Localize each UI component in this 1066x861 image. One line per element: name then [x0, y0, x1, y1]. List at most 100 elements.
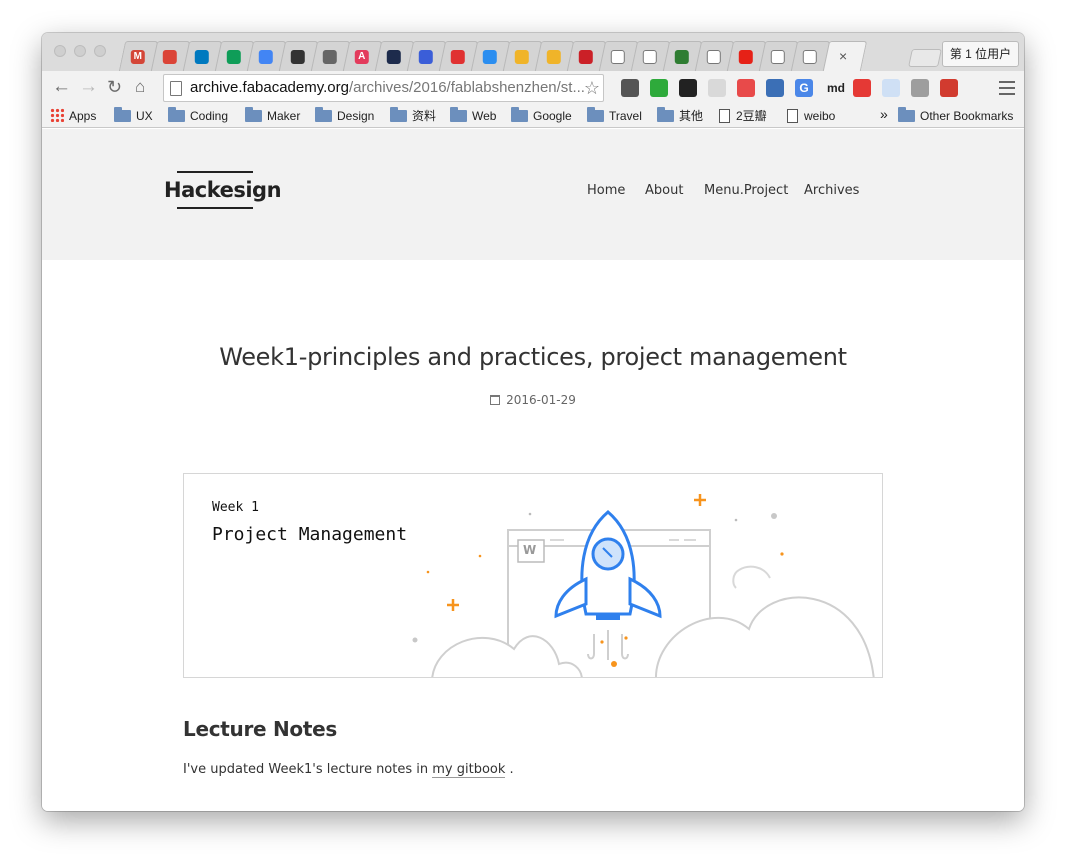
blank-page-icon	[610, 50, 625, 64]
back-icon[interactable]: ←	[52, 77, 71, 97]
minimize-window-button[interactable]	[74, 45, 86, 57]
font-a-icon: A	[354, 50, 369, 64]
zoom-window-button[interactable]	[94, 45, 106, 57]
close-window-button[interactable]	[54, 45, 66, 57]
bookmark-10[interactable]: 2豆瓣	[719, 108, 767, 124]
hero-image: Week 1 Project Management W	[183, 473, 883, 678]
bookmarks-bar: » Other Bookmarks Apps UX Coding Maker Desig…	[42, 105, 1024, 128]
folder-icon	[511, 107, 528, 122]
youtube-icon	[738, 50, 753, 64]
bookmark-8[interactable]: Travel	[587, 107, 642, 124]
folder-icon	[114, 107, 131, 122]
shield-green-icon[interactable]	[650, 79, 668, 97]
post-title: Week1-principles and practices, project …	[219, 343, 847, 371]
trello-icon	[194, 50, 209, 64]
home-icon[interactable]: ⌂	[135, 77, 145, 97]
menu-icon[interactable]	[999, 81, 1015, 99]
nav-menu-project[interactable]: Menu.Project	[704, 183, 788, 198]
chrome-dev-icon	[674, 50, 689, 64]
forward-icon[interactable]: →	[79, 77, 98, 97]
tabs: M A ×	[118, 41, 868, 71]
pocket-grey-icon[interactable]	[708, 79, 726, 97]
tab-strip: M A × 第 1 位用户	[42, 33, 1024, 71]
pinterest-icon	[578, 50, 593, 64]
profile-card-icon[interactable]	[911, 79, 929, 97]
folder-icon	[315, 107, 332, 122]
bookmark-6[interactable]: Web	[450, 107, 496, 124]
other-bookmarks-folder[interactable]: Other Bookmarks	[898, 107, 1013, 124]
markdown-icon[interactable]: md	[824, 79, 848, 97]
bookmark-1[interactable]: UX	[114, 107, 153, 124]
apple-icon	[322, 50, 337, 64]
bookmark-star-icon[interactable]: ☆	[584, 75, 600, 101]
translate-icon[interactable]: G	[795, 79, 813, 97]
site-logo[interactable]: Hackesign	[164, 171, 282, 209]
blue-dot-icon	[482, 50, 497, 64]
page-icon	[170, 81, 182, 96]
folder-icon	[168, 107, 185, 122]
netease-music-icon	[450, 50, 465, 64]
rocket-illustration	[412, 494, 875, 677]
profile-button[interactable]: 第 1 位用户	[942, 41, 1019, 67]
site-header: Hackesign Home About Menu.Project Archiv…	[42, 129, 1024, 260]
address-bar[interactable]: archive.fabacademy.org/archives/2016/fab…	[163, 74, 604, 102]
bookmark-3[interactable]: Maker	[245, 107, 300, 124]
gmail-icon: M	[130, 50, 145, 64]
hero-window-badge: W	[523, 543, 537, 557]
nav-home[interactable]: Home	[587, 183, 625, 198]
bookmark-7[interactable]: Google	[511, 107, 572, 124]
blank-page-icon	[706, 50, 721, 64]
nav-archives[interactable]: Archives	[804, 183, 859, 198]
blank-page-icon	[802, 50, 817, 64]
docs-icon	[258, 50, 273, 64]
octocat-yellow-icon	[546, 50, 561, 64]
docs-icon[interactable]	[882, 79, 900, 97]
download-sort-icon[interactable]	[766, 79, 784, 97]
folder-icon	[657, 107, 674, 122]
page-icon	[719, 109, 730, 123]
octocat-yellow-icon	[514, 50, 529, 64]
evernote-icon[interactable]	[621, 79, 639, 97]
nav-about[interactable]: About	[645, 183, 683, 198]
folder-icon	[587, 107, 604, 122]
reload-icon[interactable]: ↻	[107, 77, 122, 97]
calendar-icon	[162, 50, 177, 64]
bookmark-0[interactable]: Apps	[50, 108, 96, 124]
chat-bubble-icon	[418, 50, 433, 64]
bookmark-9[interactable]: 其他	[657, 107, 703, 124]
red-blob-icon[interactable]	[737, 79, 755, 97]
blank-page-icon	[642, 50, 657, 64]
bookmark-2[interactable]: Coding	[168, 107, 228, 124]
folder-icon	[450, 107, 467, 122]
bookmarks-overflow-button[interactable]: »	[880, 106, 888, 122]
bookmark-5[interactable]: 资料	[390, 107, 436, 124]
page-icon	[787, 109, 798, 123]
lecture-notes-paragraph: I've updated Week1's lecture notes in my…	[183, 762, 514, 778]
sheets-icon	[226, 50, 241, 64]
close-tab-icon[interactable]: ×	[839, 48, 847, 64]
browser-window: M A × 第 1 位用户 ← → ↻ ⌂ archive.fabacademy.o…	[42, 33, 1024, 811]
folder-icon	[245, 107, 262, 122]
url-text: archive.fabacademy.org/archives/2016/fab…	[190, 79, 585, 96]
web-page: Hackesign Home About Menu.Project Archiv…	[42, 129, 1024, 811]
bookmark-dark-icon	[386, 50, 401, 64]
apps-grid-icon	[50, 108, 64, 122]
gitbook-link[interactable]: my gitbook	[432, 762, 506, 778]
section-heading: Lecture Notes	[183, 717, 337, 741]
red-book-icon[interactable]	[940, 79, 958, 97]
bookmark-11[interactable]: weibo	[787, 108, 835, 124]
bookmark-4[interactable]: Design	[315, 107, 374, 124]
black-square-icon	[290, 50, 305, 64]
tab-active[interactable]: ×	[822, 41, 868, 71]
qr-code-icon[interactable]	[679, 79, 697, 97]
hero-week-label: Week 1	[212, 500, 259, 515]
blank-page-icon	[770, 50, 785, 64]
hero-title: Project Management	[212, 524, 408, 545]
new-tab-button[interactable]	[908, 49, 942, 67]
browser-toolbar: ← → ↻ ⌂ archive.fabacademy.org/archives/…	[42, 71, 1024, 105]
folder-icon	[390, 107, 407, 122]
post-date: 2016-01-29	[42, 393, 1024, 407]
folder-icon	[898, 107, 915, 122]
adblock-icon[interactable]	[853, 79, 871, 97]
calendar-icon	[490, 395, 501, 405]
